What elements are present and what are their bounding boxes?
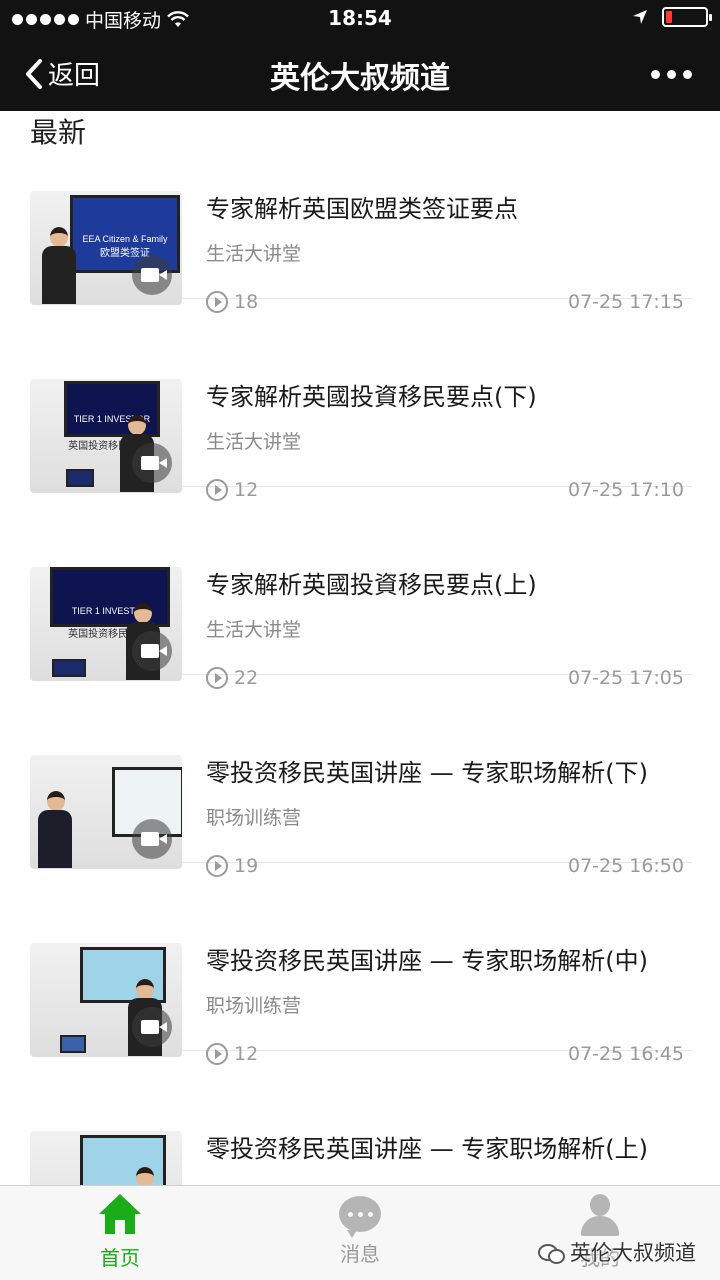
list-item[interactable]: EEA Citizen & Family 欧盟类签证 专家解析英国欧盟类签证要点…: [30, 111, 692, 313]
video-camera-icon: [132, 1007, 172, 1047]
item-title: 零投资移民英国讲座 — 专家职场解析(中): [206, 947, 648, 975]
list-item[interactable]: 零投资移民英国讲座 — 专家职场解析(中) 职场训练营 12 07-25 16:…: [30, 863, 692, 1065]
top-bar: 中国移动 18:54 返回 英伦大叔频道: [0, 0, 720, 111]
item-title: 专家解析英國投資移民要点(下): [206, 383, 537, 411]
video-thumbnail: EEA Citizen & Family 欧盟类签证: [30, 191, 182, 305]
item-category: 生活大讲堂: [206, 619, 302, 641]
status-time: 18:54: [328, 6, 392, 30]
wechat-icon: [538, 1242, 565, 1264]
item-title: 零投资移民英国讲座 — 专家职场解析(上): [206, 1135, 648, 1163]
status-right: [632, 7, 712, 27]
tab-label: 首页: [100, 1246, 140, 1270]
list-item[interactable]: TIER 1 INVESTOR 英国投资移民(上) 专家解析英國投資移民要点(上…: [30, 487, 692, 689]
video-camera-icon: [132, 631, 172, 671]
list-item[interactable]: 零投资移民英国讲座 — 专家职场解析(上): [30, 1051, 692, 1185]
item-title: 专家解析英國投資移民要点(上): [206, 571, 537, 599]
list-item[interactable]: TIER 1 INVESTOR 英国投资移民(下) 专家解析英國投資移民要点(下…: [30, 299, 692, 501]
battery-icon: [662, 7, 712, 27]
item-category: 生活大讲堂: [206, 431, 302, 453]
item-title: 零投资移民英国讲座 — 专家职场解析(下): [206, 759, 648, 787]
video-camera-icon: [132, 819, 172, 859]
status-bar: 中国移动 18:54: [0, 0, 720, 36]
tab-messages[interactable]: 消息: [300, 1194, 420, 1267]
list-item[interactable]: 零投资移民英国讲座 — 专家职场解析(下) 职场训练营 19 07-25 16:…: [30, 675, 692, 877]
nav-bar: 返回 英伦大叔频道: [0, 36, 720, 111]
video-thumbnail: TIER 1 INVESTOR 英国投资移民(上): [30, 567, 182, 681]
location-arrow-icon: [633, 10, 647, 24]
user-icon: [579, 1194, 621, 1236]
thumbnail-caption: EEA Citizen & Family: [82, 234, 168, 244]
home-icon: [99, 1194, 141, 1236]
video-thumbnail: TIER 1 INVESTOR 英国投资移民(下): [30, 379, 182, 493]
battery-level: [666, 11, 672, 23]
item-title: 专家解析英国欧盟类签证要点: [206, 195, 518, 223]
item-category: 职场训练营: [206, 995, 302, 1017]
video-thumbnail: [30, 1131, 182, 1185]
video-list: 最新 EEA Citizen & Family 欧盟类签证 专家解析英国欧盟类签…: [0, 111, 720, 1185]
video-thumbnail: [30, 943, 182, 1057]
tab-label: 消息: [340, 1242, 380, 1266]
video-camera-icon: [132, 255, 172, 295]
video-thumbnail: [30, 755, 182, 869]
more-dots-icon[interactable]: [651, 70, 692, 79]
watermark: 英伦大叔频道: [538, 1237, 696, 1267]
chat-icon: [339, 1196, 381, 1238]
page-title: 英伦大叔频道: [270, 61, 450, 96]
tab-home[interactable]: 首页: [60, 1194, 180, 1271]
item-category: 生活大讲堂: [206, 243, 302, 265]
watermark-text: 英伦大叔频道: [570, 1241, 696, 1265]
video-camera-icon: [132, 443, 172, 483]
item-category: 职场训练营: [206, 807, 302, 829]
